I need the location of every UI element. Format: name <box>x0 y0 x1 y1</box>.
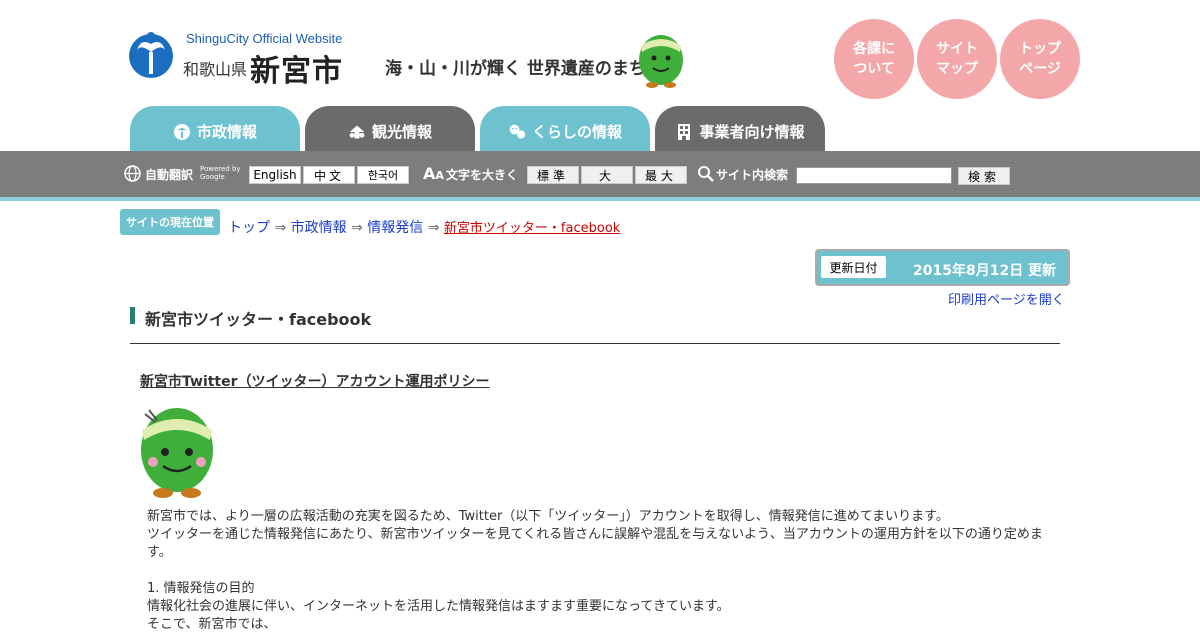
lang-korean-button[interactable]: 한국어 <box>357 166 409 184</box>
top-page-button-line2: ページ <box>1019 61 1061 77</box>
title-accent-bar <box>130 307 135 324</box>
building-icon <box>675 123 693 141</box>
city-logo-icon[interactable] <box>127 30 175 80</box>
search-button[interactable]: 検索 <box>958 167 1010 185</box>
paragraph: ツイッターを通じた情報発信にあたり、新宮市ツイッターを見てくれる皆さんに誤解や混… <box>147 527 1043 560</box>
powered-by-line1: Powered by <box>200 165 241 173</box>
tab-living-label: くらしの情報 <box>531 123 622 141</box>
breadcrumb-city-government-link[interactable]: 市政情報 <box>291 220 347 236</box>
departments-button-line1: 各課に <box>853 41 895 57</box>
site-search-label: サイト内検索 <box>716 168 789 182</box>
powered-by-google: Powered by Google <box>200 165 241 181</box>
breadcrumb-information-link[interactable]: 情報発信 <box>367 220 423 236</box>
font-size-large-button[interactable]: 大 <box>581 166 633 184</box>
tab-city-government-label: 市政情報 <box>196 123 257 141</box>
translate-label: 自動翻訳 <box>145 168 194 182</box>
font-size-largest-button[interactable]: 最大 <box>635 166 687 184</box>
update-date-tag: 更新日付 <box>821 256 886 278</box>
breadcrumb-label: サイトの現在位置 <box>120 209 220 235</box>
sitemap-button-line2: マップ <box>936 61 978 77</box>
sitemap-button[interactable]: サイト マップ <box>917 19 997 99</box>
paragraph: 1. 情報発信の目的 <box>147 581 255 596</box>
tab-living[interactable]: くらしの情報 <box>480 106 650 151</box>
globe-icon <box>124 165 141 186</box>
mascot-icon <box>634 28 688 88</box>
font-size-icon: AA <box>423 164 444 183</box>
breadcrumb-top-link[interactable]: トップ <box>228 220 270 236</box>
lang-english-button[interactable]: English <box>249 166 301 184</box>
city-emblem-icon <box>173 123 191 141</box>
prefecture-name: 和歌山県 <box>183 60 248 79</box>
breadcrumb-separator: ⇒ <box>351 220 363 236</box>
tab-tourism[interactable]: 観光情報 <box>305 106 475 151</box>
breadcrumb-separator: ⇒ <box>274 220 287 236</box>
top-page-button[interactable]: トップ ページ <box>1000 19 1080 99</box>
tab-tourism-label: 観光情報 <box>371 123 432 141</box>
mascot-illustration <box>135 400 219 498</box>
utility-bar-underline <box>0 197 1200 201</box>
paragraph: 新宮市では、より一層の広報活動の充実を図るため、Twitter（以下「ツイッター… <box>147 509 949 524</box>
sitemap-button-line1: サイト <box>936 41 978 57</box>
paragraph: そこで、新宮市では、 <box>147 617 277 632</box>
family-icon <box>508 123 526 141</box>
lang-chinese-button[interactable]: 中文 <box>303 166 355 184</box>
search-input[interactable] <box>796 167 952 184</box>
departments-button[interactable]: 各課に ついて <box>834 19 914 99</box>
city-name[interactable]: 新宮市 <box>250 46 343 90</box>
print-page-link[interactable]: 印刷用ページを開く <box>948 289 1065 308</box>
tab-business[interactable]: 事業者向け情報 <box>655 106 825 151</box>
tagline: 海・山・川が輝く 世界遺産のまち <box>385 59 646 79</box>
tab-city-government[interactable]: 市政情報 <box>130 106 300 151</box>
breadcrumb: トップ ⇒ 市政情報 ⇒ 情報発信 ⇒ 新宮市ツイッター・facebook <box>228 217 620 237</box>
paragraph <box>147 562 1047 580</box>
paragraph: 情報化社会の進展に伴い、インターネットを活用した情報発信はますます重要になってき… <box>147 599 730 614</box>
section-subheading: 新宮市Twitter（ツイッター）アカウント運用ポリシー <box>140 374 490 390</box>
tab-business-label: 事業者向け情報 <box>699 123 805 141</box>
title-divider <box>130 343 1060 344</box>
breadcrumb-current[interactable]: 新宮市ツイッター・facebook <box>444 221 620 236</box>
departments-button-line2: ついて <box>853 61 895 77</box>
page-title: 新宮市ツイッター・facebook <box>145 310 372 329</box>
font-size-standard-button[interactable]: 標準 <box>527 166 579 184</box>
powered-by-line2: Google <box>200 173 225 181</box>
search-icon <box>697 165 714 186</box>
top-page-button-line1: トップ <box>1019 41 1061 57</box>
breadcrumb-separator: ⇒ <box>427 220 440 236</box>
font-size-label: 文字を大きく <box>446 168 519 182</box>
update-date: 2015年8月12日 更新 <box>913 263 1057 279</box>
policy-body: 新宮市では、より一層の広報活動の充実を図るため、Twitter（以下「ツイッター… <box>147 508 1047 634</box>
site-name-english: ShinguCity Official Website <box>186 31 343 46</box>
tree-icon <box>348 123 366 141</box>
